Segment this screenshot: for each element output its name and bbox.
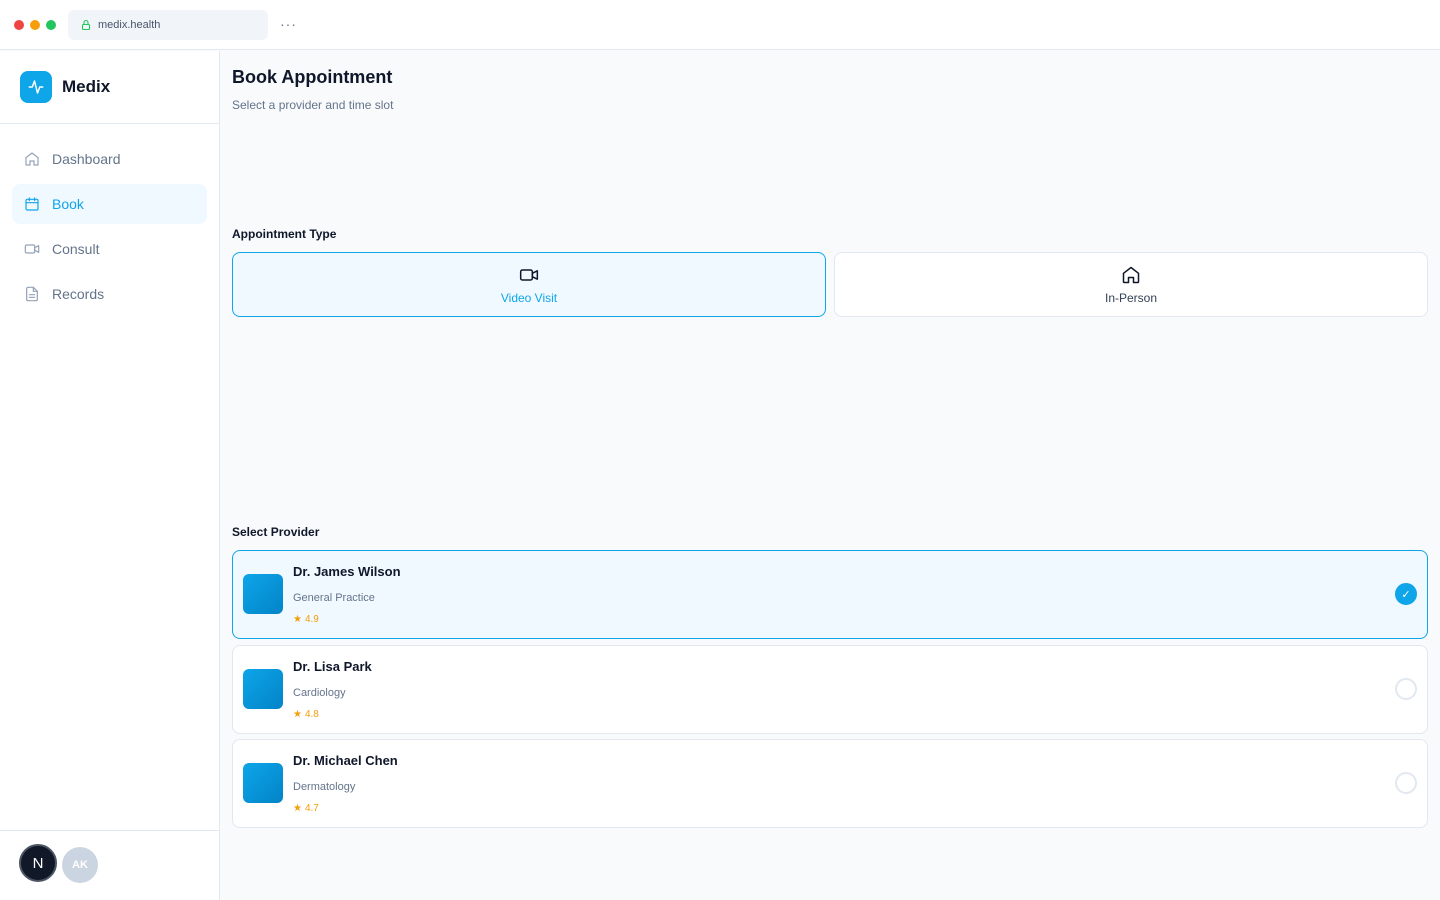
rating-value: 4.7 — [304, 803, 319, 814]
close-window-button[interactable] — [14, 20, 24, 30]
video-visit-option[interactable]: Video Visit — [232, 252, 826, 317]
provider-specialty: Cardiology — [293, 687, 346, 699]
provider-photo — [243, 763, 283, 803]
rating-value: 4.8 — [304, 709, 319, 720]
minimize-window-button[interactable] — [30, 20, 40, 30]
sidebar-item-records[interactable]: Records — [12, 274, 207, 314]
sidebar-item-consult[interactable]: Consult — [12, 229, 207, 269]
provider-specialty: General Practice — [293, 592, 375, 604]
star-icon: ★ — [293, 614, 302, 625]
avatar[interactable]: AK — [62, 847, 98, 883]
in-person-option[interactable]: In-Person — [834, 252, 1428, 317]
sidebar-nav: Dashboard Book Consult Records — [12, 139, 207, 319]
brand-header: Medix — [0, 51, 219, 124]
select-provider-label: Select Provider — [232, 525, 320, 539]
n-badge[interactable]: N — [19, 844, 57, 882]
video-camera-icon — [519, 268, 539, 281]
option-label: Video Visit — [500, 290, 558, 305]
building-icon — [1122, 266, 1140, 283]
sidebar-item-dashboard[interactable]: Dashboard — [12, 139, 207, 179]
address-bar[interactable]: medix.health — [68, 10, 268, 40]
check-icon: ✓ — [1401, 588, 1411, 601]
appointment-type-label: Appointment Type — [232, 227, 337, 241]
provider-name: Dr. Michael Chen — [293, 753, 398, 768]
video-icon — [24, 244, 40, 254]
sidebar-item-label: Records — [52, 286, 105, 302]
calendar-icon — [25, 197, 39, 211]
provider-rating: ★ 4.9 — [293, 614, 319, 625]
more-options-button[interactable]: ··· — [280, 14, 297, 34]
sidebar-item-label: Dashboard — [52, 151, 121, 167]
provider-photo — [243, 669, 283, 709]
pulse-icon[interactable] — [20, 71, 52, 103]
sidebar-item-label: Consult — [52, 241, 100, 257]
provider-card[interactable]: Dr. Lisa Park Cardiology ★ 4.8 — [232, 645, 1428, 734]
rating-value: 4.9 — [304, 614, 319, 625]
page-subtitle: Select a provider and time slot — [232, 98, 394, 112]
page-title: Book Appointment — [232, 67, 393, 87]
provider-photo — [243, 574, 283, 614]
provider-specialty: Dermatology — [293, 781, 356, 793]
lock-icon — [81, 19, 91, 31]
document-icon — [26, 286, 38, 302]
url-text: medix.health — [98, 19, 161, 31]
provider-name: Dr. James Wilson — [293, 564, 401, 579]
provider-card[interactable]: Dr. Michael Chen Dermatology ★ 4.7 — [232, 739, 1428, 828]
maximize-window-button[interactable] — [46, 20, 56, 30]
provider-rating: ★ 4.8 — [293, 709, 319, 720]
provider-name: Dr. Lisa Park — [293, 659, 372, 674]
provider-rating: ★ 4.7 — [293, 803, 319, 814]
brand-name: Medix — [62, 77, 111, 96]
sidebar: Medix Dashboard Book Consult Records N A… — [0, 51, 220, 900]
provider-radio[interactable] — [1395, 772, 1417, 794]
home-icon — [25, 152, 39, 166]
sidebar-item-label: Book — [52, 196, 84, 212]
sidebar-item-book[interactable]: Book — [12, 184, 207, 224]
sidebar-footer: N AK — [0, 830, 219, 900]
provider-card[interactable]: Dr. James Wilson General Practice ★ 4.9 … — [232, 550, 1428, 639]
star-icon: ★ — [293, 803, 302, 814]
provider-radio[interactable] — [1395, 678, 1417, 700]
star-icon: ★ — [293, 709, 302, 720]
provider-radio[interactable]: ✓ — [1395, 583, 1417, 605]
option-label: In-Person — [1104, 290, 1158, 305]
browser-chrome: medix.health ··· — [0, 0, 1440, 50]
